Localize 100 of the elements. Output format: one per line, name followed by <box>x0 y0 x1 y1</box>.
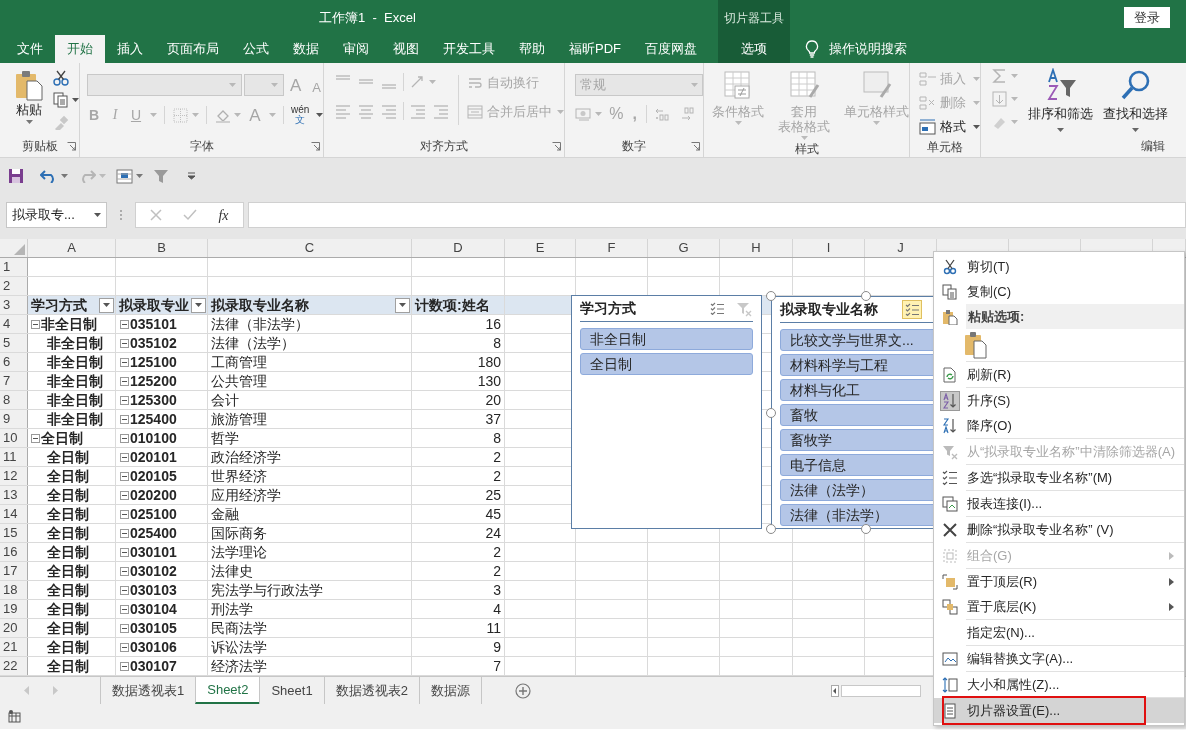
scroll-left-icon[interactable] <box>830 684 839 697</box>
collapse-icon[interactable] <box>120 357 129 367</box>
filter-dropdown-button[interactable] <box>99 297 114 313</box>
dialog-launcher-icon[interactable] <box>311 141 321 151</box>
collapse-icon[interactable] <box>120 395 129 405</box>
ribbon-tab[interactable]: 视图 <box>381 35 431 63</box>
form-icon[interactable] <box>116 168 133 184</box>
caret-icon[interactable] <box>136 174 143 178</box>
ribbon-tab[interactable]: 数据 <box>281 35 331 63</box>
collapse-icon[interactable] <box>120 471 129 481</box>
collapse-icon[interactable] <box>120 414 129 424</box>
collapse-icon[interactable] <box>120 604 129 614</box>
menu-item[interactable]: 大小和属性(Z)... <box>934 672 1184 697</box>
ribbon-tab[interactable]: 文件 <box>5 35 55 63</box>
page-layout-icon[interactable] <box>8 710 21 723</box>
tell-me-search[interactable]: 操作说明搜索 <box>829 39 907 59</box>
collapse-icon[interactable] <box>120 319 129 329</box>
ribbon-tab[interactable]: 审阅 <box>331 35 381 63</box>
collapse-icon[interactable] <box>120 452 129 462</box>
dialog-launcher-icon[interactable] <box>552 141 562 151</box>
dialog-launcher-icon[interactable] <box>691 141 701 151</box>
resize-handle[interactable] <box>861 524 871 534</box>
column-header[interactable]: A <box>67 239 76 258</box>
ribbon-tab[interactable]: 开始 <box>55 35 105 63</box>
lightbulb-icon[interactable] <box>805 40 819 58</box>
ribbon-tab[interactable]: 开发工具 <box>431 35 507 63</box>
collapse-icon[interactable] <box>31 319 40 329</box>
cancel-icon[interactable] <box>150 209 163 221</box>
paste-option-icon[interactable] <box>964 331 988 359</box>
ribbon-tab[interactable]: 百度网盘 <box>633 35 709 63</box>
ribbon-tab[interactable]: 插入 <box>105 35 155 63</box>
column-header[interactable]: B <box>157 239 166 258</box>
resize-handle[interactable] <box>861 291 871 301</box>
collapse-icon[interactable] <box>120 338 129 348</box>
ribbon-tab[interactable]: 公式 <box>231 35 281 63</box>
slicer-item[interactable]: 非全日制 <box>580 328 753 350</box>
checklist-icon <box>942 469 958 486</box>
borders-icon[interactable] <box>172 107 190 123</box>
caret-icon[interactable] <box>72 98 79 102</box>
sort-filter-button[interactable]: 排序和筛选 <box>1028 68 1094 135</box>
name-box[interactable]: 拟录取专... <box>6 202 107 228</box>
filter-dropdown-button[interactable] <box>395 297 410 313</box>
menu-item[interactable]: 指定宏(N)... <box>934 620 1184 645</box>
ribbon-tab[interactable]: 选项 <box>718 35 790 63</box>
column-header[interactable]: F <box>607 239 616 258</box>
slicer-panel[interactable]: 学习方式 非全日制 全日制 <box>571 295 762 529</box>
formula-input[interactable] <box>248 202 1186 228</box>
save-icon[interactable] <box>8 168 24 184</box>
check-icon[interactable] <box>183 209 198 221</box>
resize-handle[interactable] <box>766 407 776 418</box>
menu-item[interactable]: 剪切(T) <box>934 254 1184 279</box>
collapse-icon[interactable] <box>120 509 129 519</box>
collapse-icon[interactable] <box>120 585 129 595</box>
caret-icon[interactable] <box>316 113 324 117</box>
collapse-icon[interactable] <box>120 623 129 633</box>
menu-item[interactable]: 置于底层(K) <box>934 594 1184 619</box>
slicer-item[interactable]: 全日制 <box>580 353 753 375</box>
resize-handle[interactable] <box>766 291 776 301</box>
column-header[interactable]: C <box>304 239 315 258</box>
insert-function-button[interactable]: fx <box>218 204 229 226</box>
resize-handle[interactable] <box>766 524 776 534</box>
name-cell-text: 诉讼法学 <box>211 637 267 657</box>
multi-select-icon[interactable] <box>902 300 922 319</box>
column-header[interactable]: J <box>897 239 904 258</box>
add-sheet-icon[interactable] <box>514 682 531 699</box>
column-header[interactable]: H <box>751 239 761 258</box>
collapse-icon[interactable] <box>120 433 129 443</box>
ribbon-tab[interactable]: 页面布局 <box>155 35 231 63</box>
column-header[interactable]: E <box>535 239 545 258</box>
collapse-icon[interactable] <box>120 642 129 652</box>
paste-button[interactable]: 粘贴 <box>12 69 46 135</box>
column-header[interactable]: D <box>453 239 463 258</box>
collapse-icon[interactable] <box>120 661 129 671</box>
format-button[interactable]: 格式 <box>919 117 981 137</box>
collapse-icon[interactable] <box>120 528 129 538</box>
collapse-icon[interactable] <box>120 566 129 576</box>
ribbon-tab[interactable]: 帮助 <box>507 35 557 63</box>
ribbon-tab[interactable]: 福昕PDF <box>557 35 633 63</box>
caret-icon[interactable] <box>94 213 101 217</box>
sign-in-button[interactable]: 登录 <box>1124 7 1170 28</box>
fill-down-icon[interactable] <box>991 91 1010 107</box>
collapse-icon[interactable] <box>120 547 129 557</box>
filter-icon[interactable] <box>153 168 169 184</box>
scissors-icon[interactable] <box>52 70 70 86</box>
select-all-icon[interactable] <box>14 244 25 255</box>
menu-item[interactable]: 切片器设置(E)... <box>934 698 1184 723</box>
copy-icon[interactable] <box>52 92 70 108</box>
caret-icon[interactable] <box>61 174 68 178</box>
collapse-icon[interactable] <box>120 490 129 500</box>
column-header[interactable]: G <box>678 239 689 258</box>
dialog-launcher-icon[interactable] <box>67 141 76 151</box>
find-select-button[interactable]: 查找和选择 <box>1103 68 1169 135</box>
customize-toolbar-icon[interactable] <box>187 172 196 180</box>
collapse-icon[interactable] <box>120 376 129 386</box>
column-header[interactable]: I <box>826 239 831 258</box>
menu-item[interactable]: 置于顶层(R) <box>934 569 1184 594</box>
collapse-icon[interactable] <box>31 433 40 443</box>
menu-item[interactable]: 编辑替换文字(A)... <box>934 646 1184 671</box>
sheet-tab[interactable]: Sheet2 <box>195 677 260 704</box>
filter-dropdown-button[interactable] <box>191 297 206 313</box>
